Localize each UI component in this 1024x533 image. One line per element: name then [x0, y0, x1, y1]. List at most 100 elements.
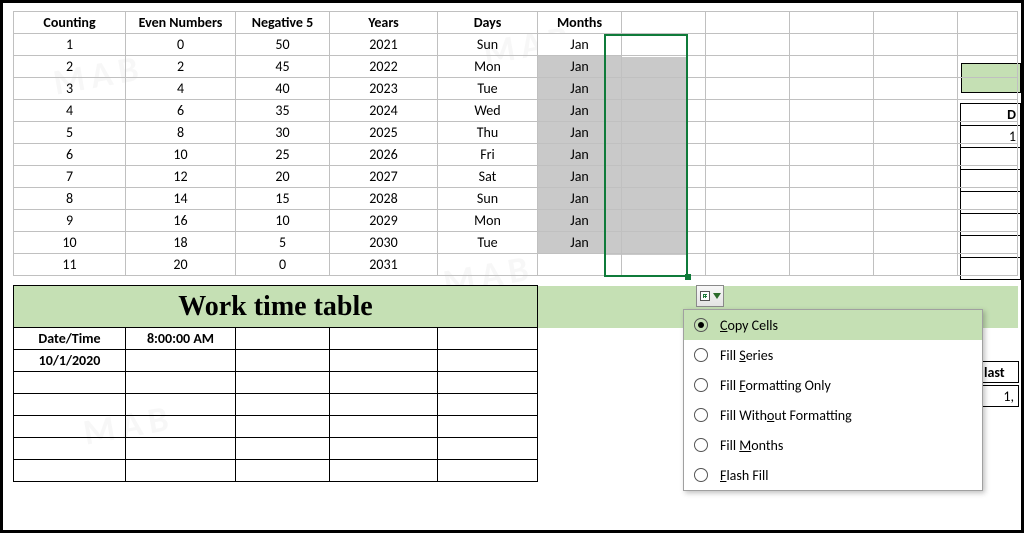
cell[interactable]	[706, 232, 790, 254]
cell[interactable]: 10	[14, 232, 126, 254]
cell[interactable]: 8	[126, 122, 236, 144]
cell[interactable]: 10	[236, 210, 330, 232]
cell[interactable]	[874, 56, 958, 78]
cell[interactable]	[958, 34, 1018, 56]
cell[interactable]: 2	[14, 56, 126, 78]
cell[interactable]	[622, 166, 706, 188]
cell[interactable]	[236, 350, 330, 372]
cell[interactable]	[874, 122, 958, 144]
cell[interactable]	[438, 438, 538, 460]
cell[interactable]	[874, 12, 958, 34]
cell[interactable]	[622, 210, 706, 232]
cell[interactable]: 2	[126, 56, 236, 78]
cell-month[interactable]: Jan	[538, 144, 622, 166]
cell[interactable]	[874, 34, 958, 56]
cell-month[interactable]: Jan	[538, 78, 622, 100]
header-counting[interactable]: Counting	[14, 12, 126, 34]
menu-item-fill-formatting-only[interactable]: Fill Formatting Only	[684, 370, 982, 400]
cell[interactable]	[14, 438, 126, 460]
cell[interactable]: 2021	[330, 34, 438, 56]
cell[interactable]	[14, 460, 126, 482]
cell[interactable]: 40	[236, 78, 330, 100]
cell[interactable]	[438, 350, 538, 372]
cell[interactable]: 2026	[330, 144, 438, 166]
header-months[interactable]: Months	[538, 12, 622, 34]
cell[interactable]	[622, 12, 706, 34]
cell[interactable]	[622, 100, 706, 122]
cell[interactable]: 25	[236, 144, 330, 166]
cell-month[interactable]: Jan	[538, 34, 622, 56]
cell[interactable]: 45	[236, 56, 330, 78]
cell[interactable]: Sun	[438, 34, 538, 56]
cell[interactable]	[790, 166, 874, 188]
cell[interactable]	[958, 210, 1018, 232]
fill-handle-grip[interactable]	[685, 274, 691, 280]
cell[interactable]	[14, 394, 126, 416]
cell-month[interactable]: Jan	[538, 122, 622, 144]
date-time-header[interactable]: Date/Time	[14, 328, 126, 350]
cell[interactable]: 0	[126, 34, 236, 56]
cell[interactable]	[958, 12, 1018, 34]
cell[interactable]: 16	[126, 210, 236, 232]
cell[interactable]	[236, 416, 330, 438]
cell[interactable]	[706, 254, 790, 276]
cell[interactable]	[958, 78, 1018, 100]
cell[interactable]: Tue	[438, 232, 538, 254]
cell[interactable]: 10	[126, 144, 236, 166]
cell[interactable]	[706, 100, 790, 122]
cell[interactable]: 2022	[330, 56, 438, 78]
cell[interactable]: 2023	[330, 78, 438, 100]
cell[interactable]	[874, 188, 958, 210]
cell[interactable]	[330, 394, 438, 416]
cell[interactable]	[874, 210, 958, 232]
cell[interactable]: 2028	[330, 188, 438, 210]
cell[interactable]: 11	[14, 254, 126, 276]
cell[interactable]: 20	[236, 166, 330, 188]
cell[interactable]: Sun	[438, 188, 538, 210]
cell[interactable]	[790, 100, 874, 122]
cell-month[interactable]: Jan	[538, 188, 622, 210]
cell[interactable]: Thu	[438, 122, 538, 144]
header-days[interactable]: Days	[438, 12, 538, 34]
cell[interactable]	[438, 328, 538, 350]
cell[interactable]	[790, 144, 874, 166]
cell[interactable]: 18	[126, 232, 236, 254]
cell[interactable]: 2031	[330, 254, 438, 276]
cell[interactable]	[790, 12, 874, 34]
cell-month[interactable]	[538, 254, 622, 276]
cell[interactable]: 14	[126, 188, 236, 210]
cell[interactable]: 35	[236, 100, 330, 122]
cell[interactable]	[236, 460, 330, 482]
autofill-menu[interactable]: Copy Cells Fill Series Fill Formatting O…	[683, 309, 983, 491]
cell[interactable]: 6	[126, 100, 236, 122]
menu-item-copy-cells[interactable]: Copy Cells	[684, 310, 982, 340]
cell[interactable]	[874, 166, 958, 188]
cell[interactable]	[706, 12, 790, 34]
cell[interactable]: 4	[14, 100, 126, 122]
cell[interactable]: 5	[14, 122, 126, 144]
cell[interactable]	[874, 144, 958, 166]
cell[interactable]	[706, 188, 790, 210]
cell[interactable]: Mon	[438, 56, 538, 78]
menu-item-flash-fill[interactable]: Flash Fill	[684, 460, 982, 490]
cell[interactable]: 15	[236, 188, 330, 210]
cell-month[interactable]: Jan	[538, 100, 622, 122]
cell[interactable]	[330, 350, 438, 372]
autofill-options-button[interactable]	[696, 285, 724, 307]
cell[interactable]	[330, 328, 438, 350]
header-years[interactable]: Years	[330, 12, 438, 34]
cell[interactable]	[438, 254, 538, 276]
cell[interactable]	[790, 78, 874, 100]
cell[interactable]	[126, 416, 236, 438]
cell[interactable]	[706, 166, 790, 188]
cell[interactable]	[790, 188, 874, 210]
cell[interactable]	[958, 56, 1018, 78]
cell[interactable]: Wed	[438, 100, 538, 122]
header-negative5[interactable]: Negative 5	[236, 12, 330, 34]
cell[interactable]	[874, 78, 958, 100]
cell[interactable]	[958, 232, 1018, 254]
time-header[interactable]: 8:00:00 AM	[126, 328, 236, 350]
cell[interactable]	[330, 416, 438, 438]
cell[interactable]	[706, 78, 790, 100]
cell[interactable]	[622, 56, 706, 78]
